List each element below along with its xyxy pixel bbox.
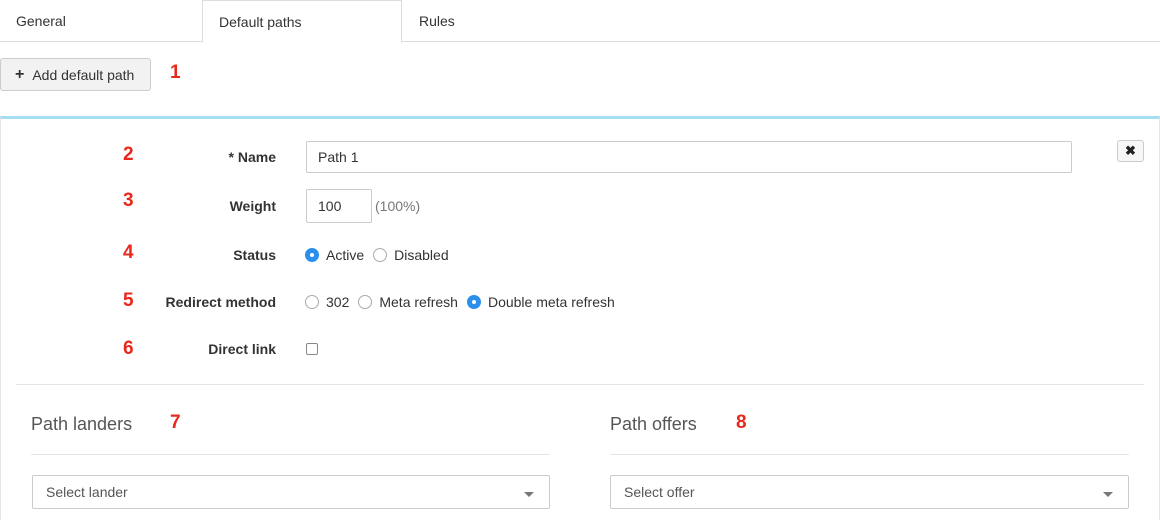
weight-percent: (100%) [375,198,421,214]
status-radio-group: Active Disabled [305,247,458,263]
direct-link-label: Direct link [208,341,276,357]
tab-bar: General Default paths Rules [0,0,1160,43]
radio-selected-icon[interactable] [305,248,319,262]
redirect-double-meta-refresh-label: Double meta refresh [487,294,615,310]
caret-down-icon [524,492,534,497]
plus-icon: + [15,65,25,83]
redirect-method-label: Redirect method [165,294,276,310]
redirect-meta-refresh-option[interactable]: Meta refresh [358,294,458,310]
add-default-path-label: Add default path [32,66,135,83]
name-input[interactable]: Path 1 [306,141,1072,173]
divider [16,384,1144,385]
weight-input[interactable]: 100 [306,189,372,223]
tab-rules[interactable]: Rules [403,0,603,42]
name-label: * Name [228,149,276,165]
select-offer-dropdown[interactable]: Select offer [610,475,1129,509]
close-icon[interactable]: ✖ [1117,140,1144,162]
path-landers-title: Path landers [31,414,133,434]
redirect-302-option[interactable]: 302 [305,294,349,310]
radio-icon[interactable] [373,248,388,262]
add-default-path-button[interactable]: + Add default path [0,58,151,91]
path-offers-title: Path offers [610,414,697,434]
redirect-radio-group: 302 Meta refresh Double meta refresh [305,294,624,310]
annotation-number: 7 [170,412,181,433]
select-offer-placeholder: Select offer [624,484,695,500]
status-active-label: Active [326,247,365,263]
radio-icon[interactable] [305,295,319,309]
landers-divider [31,454,550,455]
annotation-number: 8 [736,412,747,433]
annotation-number: 1 [170,62,181,83]
status-active-option[interactable]: Active [305,247,364,263]
redirect-302-label: 302 [326,294,350,310]
select-lander-dropdown[interactable]: Select lander [32,475,550,509]
tab-general[interactable]: General [0,0,202,42]
weight-label: Weight [229,198,276,214]
direct-link-checkbox[interactable] [306,343,318,355]
redirect-double-meta-refresh-option[interactable]: Double meta refresh [466,294,615,310]
select-lander-placeholder: Select lander [46,484,128,500]
status-label: Status [233,247,276,263]
redirect-meta-refresh-label: Meta refresh [379,294,458,310]
radio-icon[interactable] [358,295,373,309]
tab-default-paths[interactable]: Default paths [202,0,402,43]
caret-down-icon [1103,492,1113,497]
status-disabled-label: Disabled [394,247,449,263]
radio-selected-icon[interactable] [466,295,481,309]
offers-divider [610,454,1129,455]
path-panel [0,116,1160,520]
status-disabled-option[interactable]: Disabled [373,247,449,263]
